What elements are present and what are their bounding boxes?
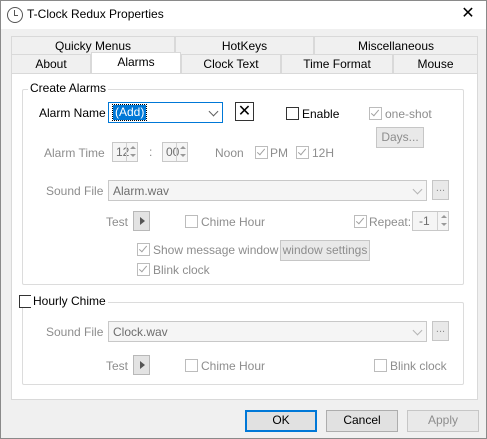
enable-label: Enable: [302, 107, 340, 121]
checkmark-icon: [138, 263, 148, 273]
properties-window: T-Clock Redux Properties ✕ Quicky Menus …: [0, 0, 487, 439]
chime-blink-clock-label: Blink clock: [390, 359, 447, 373]
apply-button[interactable]: Apply: [407, 410, 479, 432]
down-arrow-icon: [130, 154, 136, 157]
hour-spinner[interactable]: 12: [112, 142, 138, 162]
repeat-value: -1: [419, 214, 430, 228]
show-message-checkbox[interactable]: [137, 243, 150, 256]
alarm-name-combo[interactable]: (Add): [108, 102, 223, 123]
chime-test-play-button[interactable]: [133, 355, 150, 375]
chime-blink-clock-checkbox[interactable]: [374, 359, 387, 372]
tab-about[interactable]: About: [11, 54, 91, 73]
chevron-down-icon: [412, 184, 423, 195]
minute-spin-arrows[interactable]: [176, 143, 187, 161]
chime-hour-checkbox[interactable]: [185, 215, 198, 228]
pm-checkbox[interactable]: [255, 146, 268, 159]
hour-spin-arrows[interactable]: [126, 143, 137, 161]
alarms-panel: Create Alarms Alarm Name (Add) ✕ Enable …: [11, 73, 478, 400]
chime-chime-hour-label: Chime Hour: [201, 359, 266, 373]
alarm-name-value: (Add): [111, 104, 148, 121]
sound-file-label: Sound File: [46, 184, 104, 198]
chime-sound-file-label: Sound File: [46, 325, 104, 339]
12h-checkbox[interactable]: [296, 146, 309, 159]
window-settings-button[interactable]: window settings: [280, 240, 370, 261]
enable-checkbox[interactable]: [286, 107, 299, 120]
checkmark-icon: [355, 215, 365, 225]
checkmark-icon: [138, 243, 148, 253]
sound-file-combo[interactable]: Alarm.wav: [108, 180, 427, 201]
tab-clock-text[interactable]: Clock Text: [181, 54, 281, 73]
pm-label: PM: [270, 146, 288, 160]
chime-sound-file-value: Clock.wav: [113, 325, 168, 339]
alarm-name-label: Alarm Name: [39, 106, 106, 120]
chime-chime-hour-checkbox[interactable]: [185, 359, 198, 372]
down-arrow-icon: [180, 154, 186, 157]
repeat-spinner[interactable]: -1: [412, 211, 449, 231]
clock-icon: [7, 7, 23, 23]
repeat-label: Repeat:: [369, 215, 412, 229]
time-separator: :: [149, 145, 153, 159]
chime-browse-button[interactable]: ...: [432, 321, 449, 341]
minute-spinner[interactable]: 00: [162, 142, 188, 162]
hourly-chime-label: Hourly Chime: [31, 294, 108, 308]
checkmark-icon: [297, 146, 307, 156]
title-bar: T-Clock Redux Properties ✕: [1, 1, 486, 29]
test-play-button[interactable]: [133, 211, 150, 231]
chime-sound-file-combo[interactable]: Clock.wav: [108, 321, 427, 342]
repeat-spin-arrows[interactable]: [437, 212, 448, 230]
cancel-button[interactable]: Cancel: [326, 410, 398, 432]
ok-button[interactable]: OK: [245, 410, 317, 432]
show-message-label: Show message window: [153, 243, 279, 257]
chevron-down-icon: [412, 325, 423, 336]
oneshot-checkbox[interactable]: [369, 107, 382, 120]
browse-sound-button[interactable]: ...: [432, 180, 449, 200]
play-icon: [140, 361, 145, 369]
chevron-down-icon: [208, 106, 219, 117]
up-arrow-icon: [441, 215, 447, 218]
days-button[interactable]: Days...: [376, 127, 424, 148]
12h-label: 12H: [312, 146, 335, 160]
down-arrow-icon: [441, 223, 447, 226]
tab-alarms[interactable]: Alarms: [91, 52, 181, 73]
create-alarms-label: Create Alarms: [28, 81, 109, 95]
play-icon: [140, 217, 145, 225]
delete-alarm-button[interactable]: ✕: [235, 102, 254, 121]
blink-clock-checkbox[interactable]: [137, 263, 150, 276]
oneshot-label: one-shot: [385, 107, 432, 121]
close-button[interactable]: ✕: [456, 3, 480, 25]
tab-hotkeys[interactable]: HotKeys: [175, 36, 314, 55]
sound-file-value: Alarm.wav: [113, 184, 170, 198]
alarm-time-label: Alarm Time: [44, 146, 105, 160]
delete-x-icon: ✕: [237, 103, 252, 120]
up-arrow-icon: [180, 146, 186, 149]
tab-time-format[interactable]: Time Format: [281, 54, 393, 73]
window-title: T-Clock Redux Properties: [27, 7, 164, 21]
chime-hour-label: Chime Hour: [201, 215, 266, 229]
tab-mouse[interactable]: Mouse: [393, 54, 478, 73]
repeat-checkbox[interactable]: [354, 215, 367, 228]
checkmark-icon: [370, 107, 380, 117]
chime-test-label: Test: [106, 359, 129, 373]
tab-miscellaneous[interactable]: Miscellaneous: [314, 36, 478, 55]
blink-clock-label: Blink clock: [153, 263, 210, 277]
noon-label: Noon: [215, 146, 244, 160]
up-arrow-icon: [130, 146, 136, 149]
test-label: Test: [106, 215, 129, 229]
checkmark-icon: [256, 146, 266, 156]
